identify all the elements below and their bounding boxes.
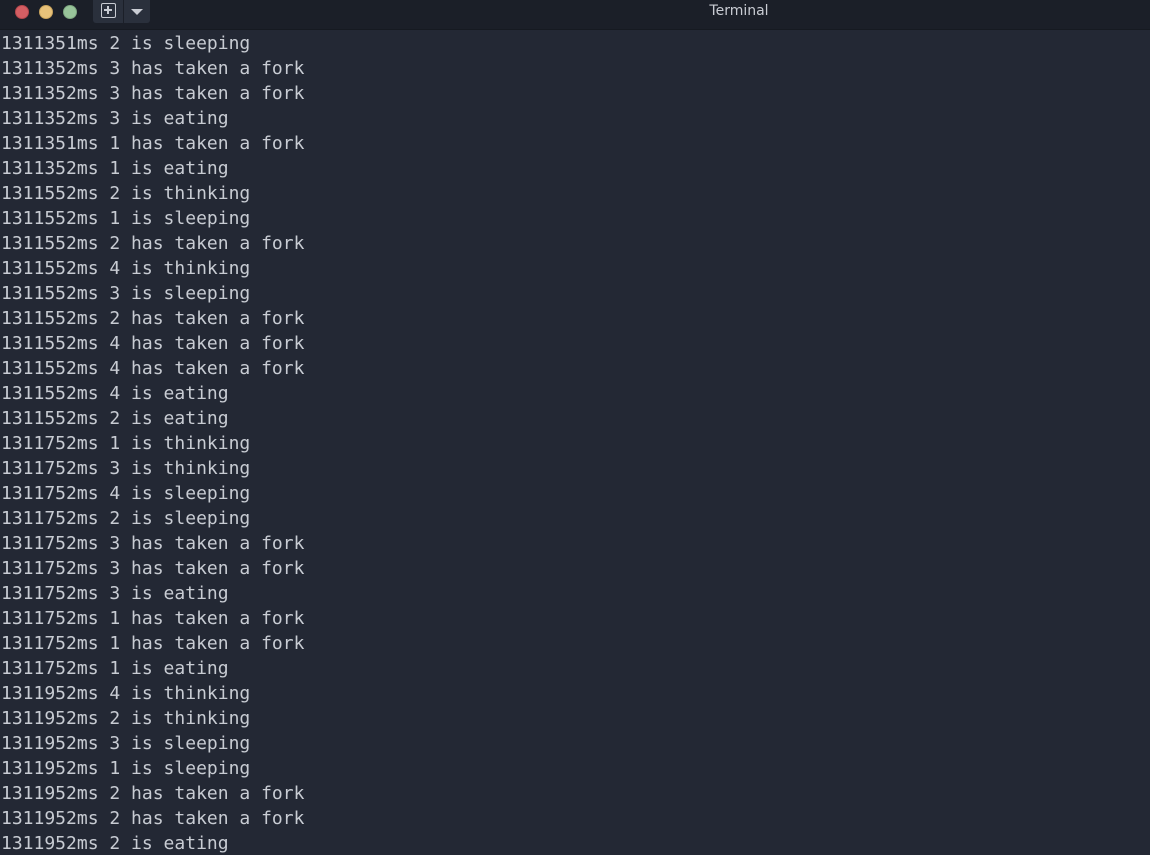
terminal-line: 1311752ms 4 is sleeping [1, 483, 251, 504]
terminal-line: 1311952ms 2 has taken a fork [1, 783, 305, 804]
terminal-line: 1311552ms 4 is thinking [1, 258, 251, 279]
title-bar[interactable]: Terminal [0, 0, 1150, 30]
terminal-line: 1311552ms 4 has taken a fork [1, 333, 305, 354]
terminal-line: 1311351ms 2 is sleeping [1, 33, 251, 54]
terminal-line: 1311752ms 3 has taken a fork [1, 533, 305, 554]
terminal-line: 1311752ms 3 has taken a fork [1, 558, 305, 579]
terminal-line: 1311552ms 4 has taken a fork [1, 358, 305, 379]
terminal-line: 1311352ms 3 has taken a fork [1, 58, 305, 79]
terminal-line: 1311352ms 1 is eating [1, 158, 229, 179]
terminal-line: 1311752ms 3 is thinking [1, 458, 251, 479]
terminal-line: 1311752ms 1 is thinking [1, 433, 251, 454]
terminal-line: 1311752ms 1 is eating [1, 658, 229, 679]
terminal-line: 1311952ms 2 is eating [1, 833, 229, 854]
terminal-line: 1311752ms 3 is eating [1, 583, 229, 604]
terminal-line: 1311552ms 4 is eating [1, 383, 229, 404]
terminal-line: 1311952ms 4 is thinking [1, 683, 251, 704]
terminal-line: 1311351ms 1 has taken a fork [1, 133, 305, 154]
terminal-line: 1311952ms 1 is sleeping [1, 758, 251, 779]
terminal-line: 1311752ms 1 has taken a fork [1, 608, 305, 629]
terminal-line: 1311552ms 2 is eating [1, 408, 229, 429]
terminal-line: 1311552ms 2 has taken a fork [1, 233, 305, 254]
terminal-line: 1311352ms 3 is eating [1, 108, 229, 129]
terminal-line: 1311952ms 3 is sleeping [1, 733, 251, 754]
title-wrap: Terminal [0, 0, 1150, 22]
window-title: Terminal [709, 3, 769, 19]
terminal-line: 1311552ms 2 is thinking [1, 183, 251, 204]
terminal-line: 1311752ms 2 is sleeping [1, 508, 251, 529]
terminal-line: 1311752ms 1 has taken a fork [1, 633, 305, 654]
terminal-line: 1311352ms 3 has taken a fork [1, 83, 305, 104]
terminal-line: 1311552ms 1 is sleeping [1, 208, 251, 229]
terminal-line: 1311552ms 2 has taken a fork [1, 308, 305, 329]
terminal-window: Terminal 1311351ms 2 is sleeping 1311352m… [0, 0, 1150, 855]
terminal-line: 1311552ms 3 is sleeping [1, 283, 251, 304]
terminal-line: 1311952ms 2 has taken a fork [1, 808, 305, 829]
terminal-output[interactable]: 1311351ms 2 is sleeping 1311352ms 3 has t… [0, 31, 1150, 855]
terminal-line: 1311952ms 2 is thinking [1, 708, 251, 729]
